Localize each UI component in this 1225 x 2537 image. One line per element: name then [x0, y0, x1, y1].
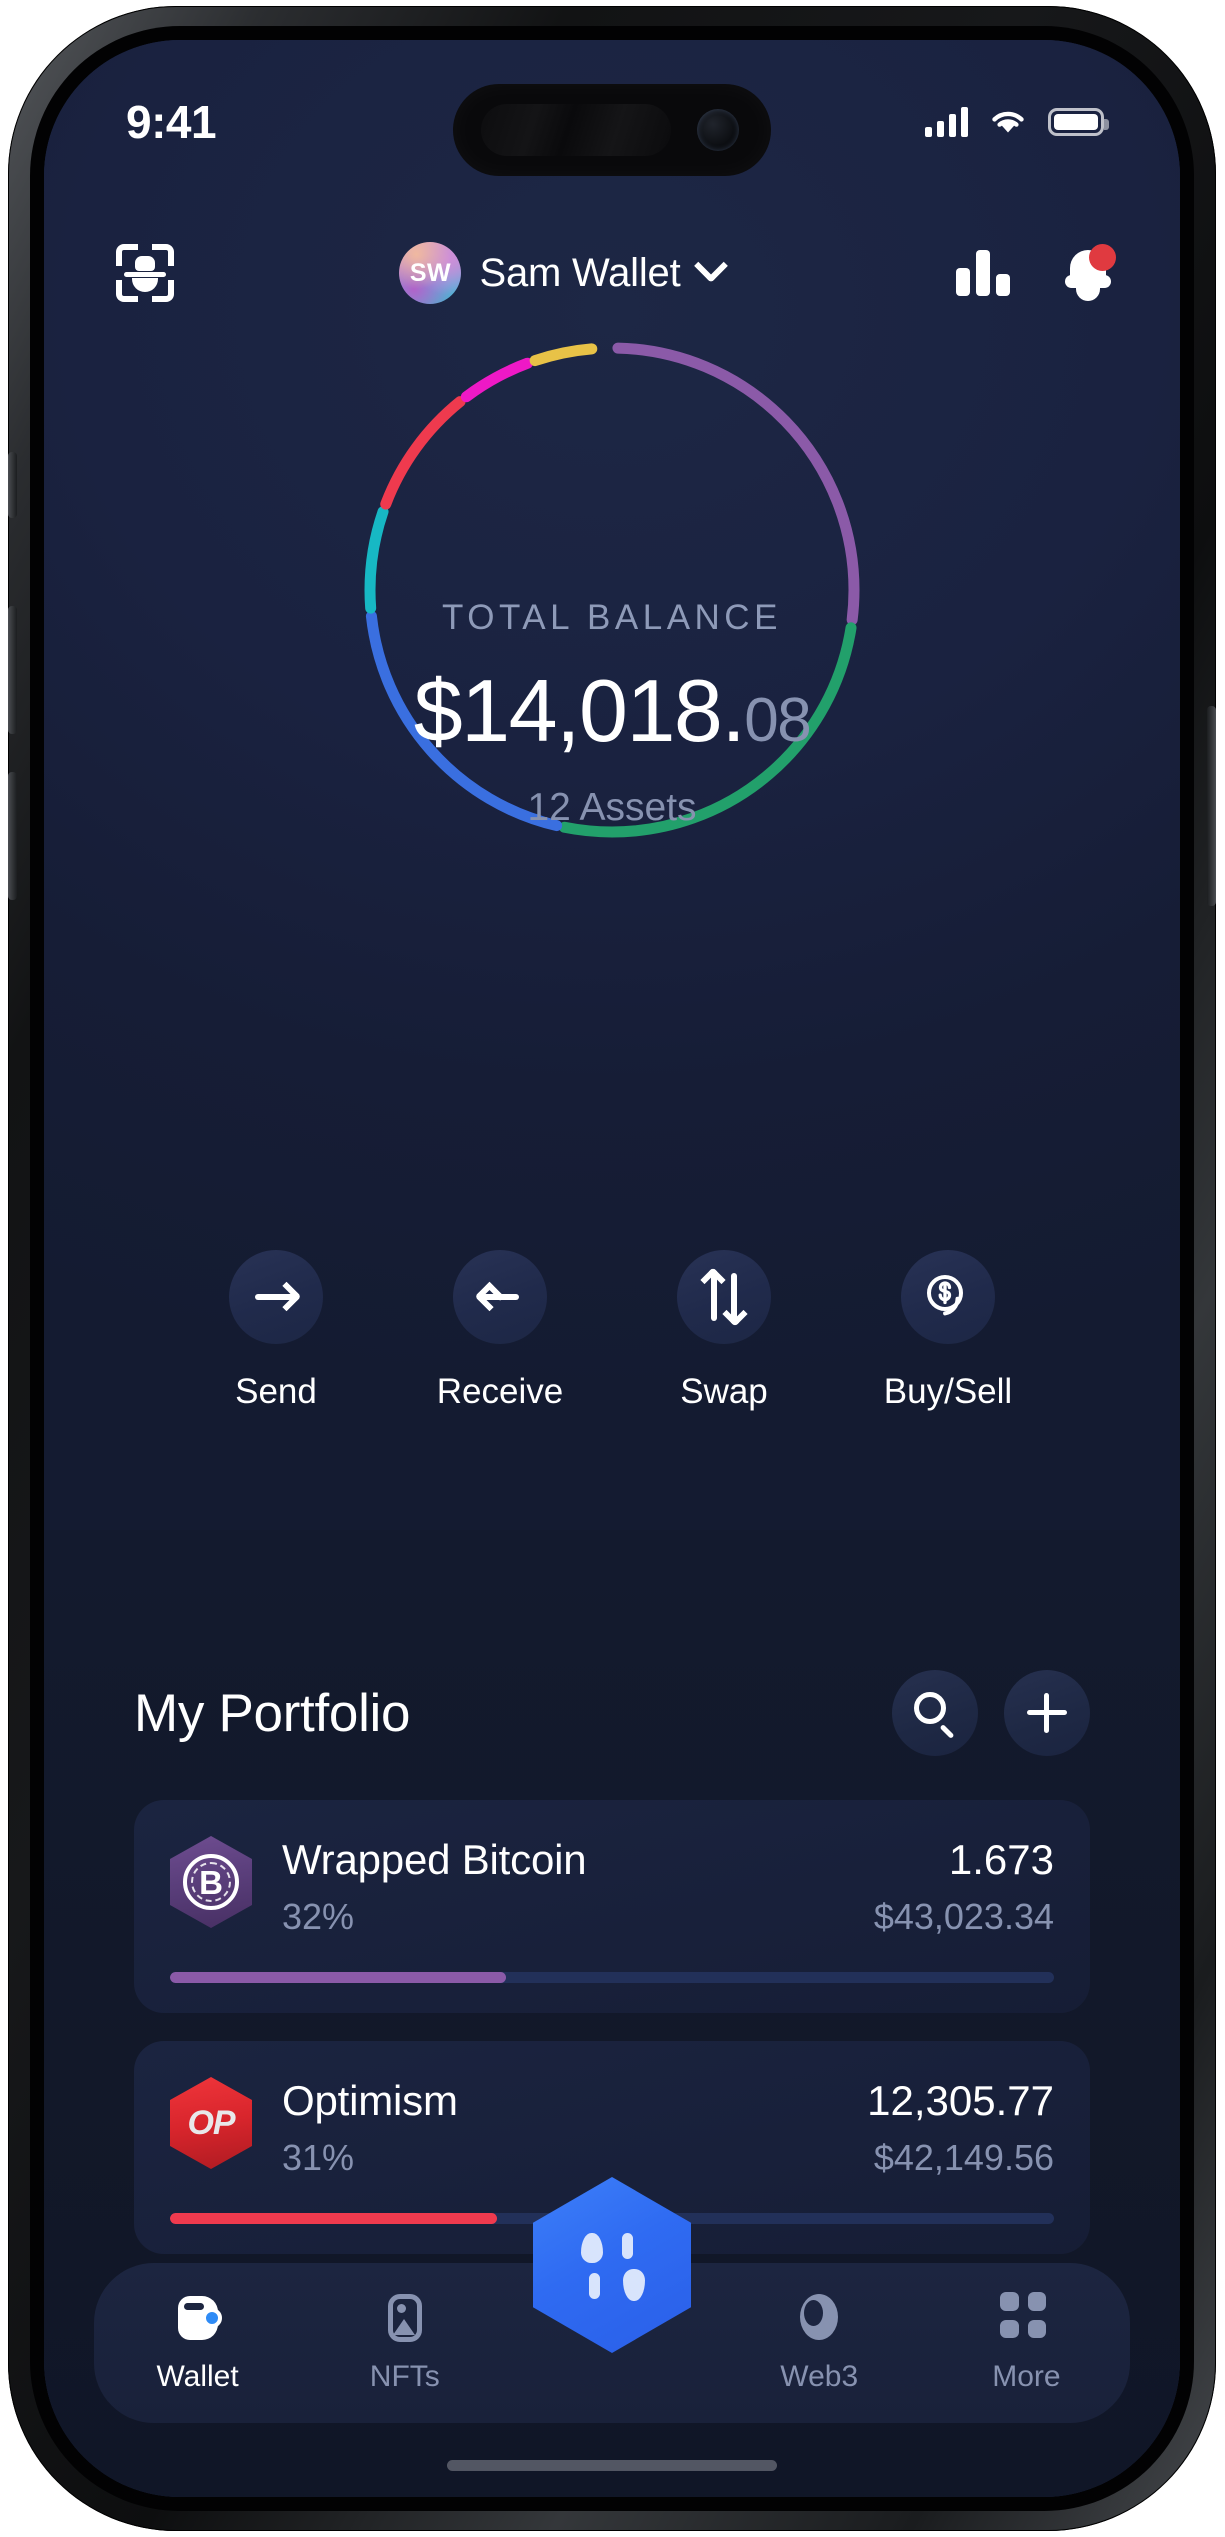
balance-main: $14,018. — [413, 661, 746, 760]
notification-bell-icon[interactable] — [1062, 244, 1116, 301]
tab-wallet[interactable]: Wallet — [94, 2292, 301, 2394]
list-item[interactable]: B Wrapped Bitcoin 1.673 32% $43,023.34 — [134, 1800, 1090, 2013]
image-frame-icon — [379, 2292, 431, 2344]
asset-value: $42,149.56 — [873, 2137, 1054, 2178]
assets-count: 12 Assets — [527, 786, 697, 829]
receive-button-circle — [453, 1250, 547, 1344]
buy-sell-button[interactable]: Buy/Sell — [868, 1250, 1028, 1412]
send-button[interactable]: Send — [196, 1250, 356, 1412]
tab-wallet-label: Wallet — [156, 2360, 239, 2393]
phone-screen: 9:41 SW Sam Wallet TOTAL BALANCE $14,018… — [44, 40, 1180, 2497]
status-indicators — [925, 107, 1109, 137]
asset-name: Optimism — [282, 2077, 458, 2124]
asset-name: Wrapped Bitcoin — [282, 1836, 587, 1883]
portfolio-header: My Portfolio — [44, 1670, 1180, 1756]
swap-vertical-icon — [699, 1267, 749, 1327]
dollar-coins-icon — [927, 1275, 963, 1316]
app-header: SW Sam Wallet — [44, 218, 1180, 328]
total-balance-amount: $14,018. 08 — [413, 660, 812, 762]
quick-actions: Send Receive Swap Buy/Sell — [44, 1250, 1180, 1412]
plus-icon — [1027, 1693, 1067, 1733]
tab-more[interactable]: More — [923, 2292, 1130, 2394]
asset-percent: 32% — [282, 1896, 355, 1937]
wrapped-bitcoin-icon: B — [170, 1836, 252, 1928]
tab-nfts-label: NFTs — [369, 2360, 440, 2393]
swap-button[interactable]: Swap — [644, 1250, 804, 1412]
tab-nfts[interactable]: NFTs — [301, 2292, 508, 2394]
silent-switch[interactable] — [8, 452, 17, 518]
chevron-down-icon — [693, 248, 728, 283]
add-asset-button[interactable] — [1004, 1670, 1090, 1756]
balance-block: TOTAL BALANCE $14,018. 08 12 Assets — [44, 330, 1180, 830]
send-button-circle — [229, 1250, 323, 1344]
buy-sell-button-circle — [901, 1250, 995, 1344]
tab-web3[interactable]: Web3 — [716, 2292, 923, 2394]
portfolio-header-actions — [892, 1670, 1090, 1756]
avatar: SW — [399, 242, 462, 304]
balance-cents: 08 — [744, 686, 811, 755]
wallet-icon — [172, 2292, 224, 2344]
receive-label: Receive — [436, 1372, 564, 1411]
wbtc-symbol: B — [199, 1863, 223, 1901]
receive-button[interactable]: Receive — [420, 1250, 580, 1412]
phone-frame: 9:41 SW Sam Wallet TOTAL BALANCE $14,018… — [8, 6, 1216, 2531]
globe-icon — [793, 2292, 845, 2344]
asset-percent: 31% — [282, 2137, 355, 2178]
swap-label: Swap — [680, 1372, 768, 1411]
tab-web3-label: Web3 — [780, 2360, 859, 2393]
page-title: My Portfolio — [134, 1683, 411, 1743]
bar-chart-icon[interactable] — [956, 250, 1010, 296]
buy-sell-label: Buy/Sell — [883, 1372, 1013, 1411]
allocation-bar — [170, 1972, 1054, 1983]
asset-amount: 1.673 — [948, 1836, 1054, 1883]
arrow-left-icon — [474, 1279, 523, 1315]
face-scan-icon[interactable] — [110, 238, 180, 308]
search-icon — [914, 1692, 956, 1739]
send-label: Send — [235, 1372, 317, 1411]
wallet-name: Sam Wallet — [479, 250, 681, 295]
wifi-icon — [992, 111, 1024, 133]
search-button[interactable] — [892, 1670, 978, 1756]
volume-down-button[interactable] — [8, 772, 17, 900]
asset-amount: 12,305.77 — [867, 2077, 1054, 2124]
grid-squares-icon — [1000, 2292, 1052, 2344]
power-button[interactable] — [1207, 706, 1216, 906]
allocation-bar-fill — [170, 2213, 498, 2224]
allocation-bar-fill — [170, 1972, 506, 1983]
swap-button-circle — [677, 1250, 771, 1344]
tab-more-label: More — [992, 2360, 1061, 2393]
signal-bars-icon — [925, 107, 968, 137]
total-balance-label: TOTAL BALANCE — [442, 598, 782, 637]
volume-up-button[interactable] — [8, 606, 17, 734]
home-indicator — [447, 2460, 777, 2471]
status-time: 9:41 — [126, 96, 217, 148]
battery-full-icon — [1048, 108, 1109, 136]
notification-badge — [1089, 244, 1116, 271]
optimism-icon: OP — [170, 2077, 252, 2169]
op-symbol: OP — [187, 2103, 235, 2142]
header-actions — [956, 244, 1116, 301]
wallet-switcher[interactable]: SW Sam Wallet — [166, 242, 956, 304]
arrow-right-icon — [253, 1279, 302, 1315]
asset-value: $43,023.34 — [873, 1896, 1054, 1937]
avatar-initials: SW — [409, 258, 452, 287]
dynamic-island — [453, 84, 771, 176]
